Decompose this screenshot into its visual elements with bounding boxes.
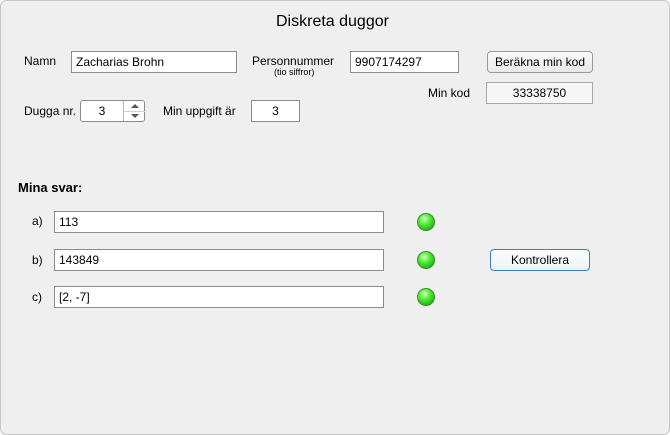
answer-c-label: c) bbox=[32, 290, 42, 304]
compute-code-button[interactable]: Beräkna min kod bbox=[487, 51, 593, 73]
answers-heading: Mina svar: bbox=[18, 180, 83, 195]
name-label: Namn bbox=[24, 54, 57, 68]
name-input[interactable]: Zacharias Brohn bbox=[71, 51, 237, 73]
task-label: Min uppgift är bbox=[163, 104, 236, 118]
answer-b-label: b) bbox=[32, 253, 43, 267]
personnummer-input[interactable]: 9907174297 bbox=[350, 51, 459, 73]
personnummer-label: Personnummer bbox=[252, 54, 335, 68]
arrow-down-icon bbox=[131, 114, 139, 118]
code-output: 33338750 bbox=[486, 82, 593, 104]
code-label: Min kod bbox=[428, 86, 471, 100]
dugga-label: Dugga nr. bbox=[24, 104, 77, 118]
app-window: Diskreta duggor Namn Zacharias Brohn Per… bbox=[0, 0, 670, 435]
task-output: 3 bbox=[251, 100, 300, 122]
dugga-value[interactable]: 3 bbox=[81, 101, 123, 121]
answer-b-input[interactable]: 143849 bbox=[54, 249, 384, 271]
spinner-down-button[interactable] bbox=[124, 111, 145, 121]
answer-c-status-indicator bbox=[417, 288, 435, 306]
arrow-up-icon bbox=[131, 104, 139, 108]
answer-a-label: a) bbox=[32, 214, 43, 228]
answer-c-input[interactable]: [2, -7] bbox=[54, 286, 384, 308]
window-title: Diskreta duggor bbox=[276, 13, 389, 30]
personnummer-hint: (tio siffror) bbox=[274, 67, 315, 77]
answer-b-status-indicator bbox=[417, 251, 435, 269]
spinner-buttons bbox=[123, 101, 145, 121]
answer-a-input[interactable]: 113 bbox=[54, 211, 384, 233]
answer-a-status-indicator bbox=[417, 213, 435, 231]
dugga-spinner[interactable]: 3 bbox=[80, 100, 145, 122]
check-answers-button[interactable]: Kontrollera bbox=[490, 249, 590, 271]
